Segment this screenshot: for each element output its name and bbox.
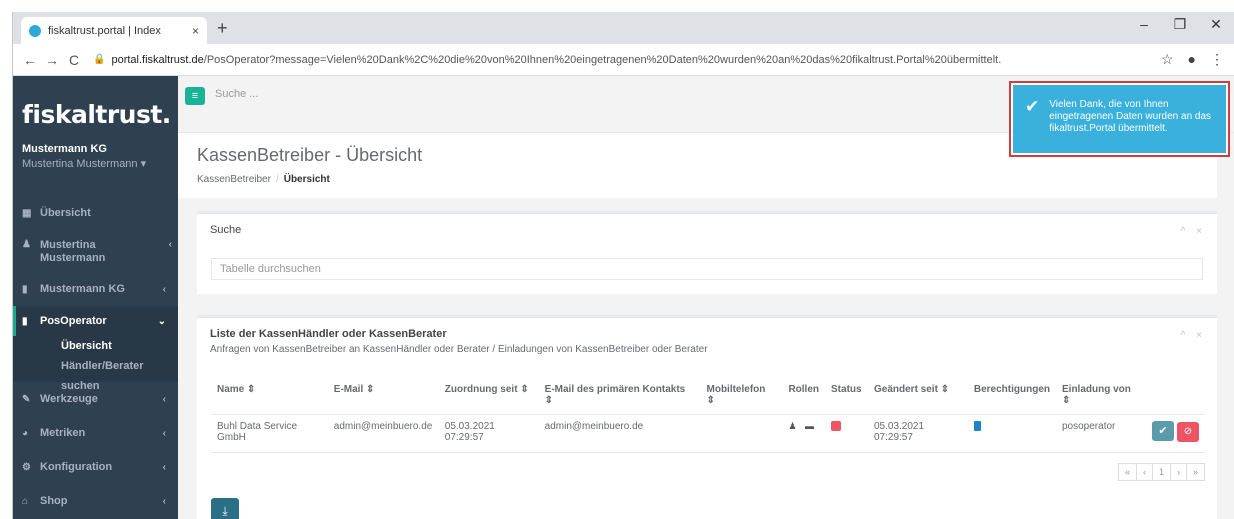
col-name[interactable]: Name ⇕: [211, 376, 328, 415]
panel-tools-icon[interactable]: ^ ×: [1181, 226, 1206, 237]
favicon-icon: [29, 24, 41, 37]
reject-button[interactable]: ⊘: [1177, 422, 1199, 442]
sidebar-item-shop[interactable]: ⌂ Shop ‹: [13, 484, 178, 518]
wrench-icon: ✎: [22, 393, 31, 405]
chevron-left-icon: ‹: [162, 495, 166, 507]
sidebar-item-posoperator[interactable]: ▮ PosOperator ⌄: [13, 306, 178, 336]
col-changed[interactable]: Geändert seit ⇕: [868, 376, 968, 415]
profile-icon[interactable]: ●: [1188, 51, 1196, 68]
sidebar-item-uebersicht[interactable]: ▦ Übersicht: [13, 196, 178, 230]
col-mobile[interactable]: Mobiltelefon ⇕: [700, 376, 783, 415]
bookmark-star-icon[interactable]: ☆: [1161, 51, 1174, 68]
back-icon[interactable]: ←: [19, 52, 41, 68]
sidebar-item-user[interactable]: ♟ Mustertina Mustermann ‹: [13, 230, 178, 272]
pager-last[interactable]: »: [1187, 464, 1204, 480]
cell-changed: 05.03.2021 07:29:57: [868, 414, 968, 453]
chevron-left-icon: ‹: [168, 239, 172, 250]
building-icon: ▮: [22, 283, 28, 295]
minimize-button[interactable]: –: [1126, 16, 1162, 33]
roles-icon: ♟ ▬: [788, 421, 818, 431]
sidebar-item-konfiguration[interactable]: ⚙ Konfiguration ‹: [13, 450, 178, 484]
table-header-row: Name ⇕ E-Mail ⇕ Zuordnung seit ⇕ E-Mail …: [211, 376, 1205, 415]
sidebar-subitem-search[interactable]: Händler/Berater suchen: [13, 356, 178, 392]
cell-invited-by: posoperator: [1056, 414, 1146, 453]
new-tab-button[interactable]: +: [217, 18, 228, 38]
table-row: Buhl Data Service GmbH admin@meinbuero.d…: [211, 414, 1205, 453]
browser-menu-icon[interactable]: ⋮: [1210, 51, 1224, 68]
search-panel: Suche ^ × Tabelle durchsuchen: [197, 211, 1217, 294]
accept-button[interactable]: ✔: [1152, 421, 1174, 441]
col-status: Status: [825, 376, 868, 415]
table-search-input[interactable]: Tabelle durchsuchen: [211, 258, 1203, 280]
shop-icon: ⌂: [22, 495, 29, 507]
pager-first[interactable]: «: [1119, 464, 1137, 480]
col-contact-email[interactable]: E-Mail des primären Kontakts ⇕: [538, 376, 701, 415]
address-bar: ← → C 🔒 portal.fiskaltrust.de/PosOperato…: [13, 44, 1234, 76]
permissions-icon[interactable]: [973, 421, 981, 431]
search-panel-title: Suche: [210, 224, 242, 236]
lock-icon: 🔒: [93, 54, 106, 65]
cell-since: 05.03.2021 07:29:57: [438, 414, 539, 453]
close-window-button[interactable]: ✕: [1198, 16, 1234, 33]
menu-toggle-button[interactable]: ≡: [185, 87, 205, 105]
grid-icon: ▦: [22, 207, 32, 219]
cell-name: Buhl Data Service GmbH: [211, 414, 328, 453]
cell-mobile: [700, 414, 783, 453]
logo: fiskaltrust.: [22, 100, 171, 129]
sidebar-subitem-uebersicht[interactable]: Übersicht: [13, 336, 178, 356]
pagination: « ‹ 1 › »: [1117, 463, 1205, 481]
sidebar-item-org[interactable]: ▮ Mustermann KG ‹: [13, 272, 178, 306]
toast-message: Vielen Dank, die von Ihnen eingetragenen…: [1049, 99, 1212, 134]
restore-button[interactable]: ❐: [1162, 16, 1198, 33]
list-panel-subtitle: Anfragen von KassenBetreiber an KassenHä…: [210, 344, 708, 355]
org-name: Mustermann KG: [22, 143, 107, 155]
gear-icon: ⚙: [22, 461, 31, 473]
col-permissions: Berechtigungen: [967, 376, 1056, 415]
dealer-table: Name ⇕ E-Mail ⇕ Zuordnung seit ⇕ E-Mail …: [211, 376, 1205, 453]
chevron-left-icon: ‹: [162, 283, 166, 295]
chevron-left-icon: ‹: [162, 427, 166, 439]
col-actions: [1146, 376, 1205, 415]
pager-prev[interactable]: ‹: [1137, 464, 1153, 480]
sidebar: fiskaltrust. Mustermann KG Mustertina Mu…: [13, 76, 178, 519]
tab-close-icon[interactable]: ×: [192, 24, 199, 38]
pager-page-1[interactable]: 1: [1153, 464, 1171, 480]
breadcrumb-link[interactable]: KassenBetreiber: [197, 174, 271, 185]
chevron-left-icon: ‹: [162, 393, 166, 405]
list-panel-title: Liste der KassenHändler oder KassenBerat…: [210, 328, 447, 340]
cell-contact-email: admin@meinbuero.de: [538, 414, 701, 453]
status-badge: [831, 421, 842, 431]
success-toast[interactable]: ✔ Vielen Dank, die von Ihnen eingetragen…: [1009, 81, 1230, 157]
chevron-left-icon: ‹: [162, 461, 166, 473]
user-icon: ♟: [22, 239, 31, 250]
cell-email: admin@meinbuero.de: [327, 414, 439, 453]
browser-tab[interactable]: fiskaltrust.portal | Index ×: [21, 17, 207, 44]
col-invited-by[interactable]: Einladung von ⇕: [1056, 376, 1146, 415]
panel-tools-icon[interactable]: ^ ×: [1181, 330, 1206, 341]
chevron-down-icon: ⌄: [157, 315, 166, 327]
breadcrumb-current: Übersicht: [283, 174, 330, 185]
browser-window: fiskaltrust.portal | Index × + – ❐ ✕ ← →…: [12, 12, 1234, 519]
url-field[interactable]: portal.fiskaltrust.de/PosOperator?messag…: [111, 54, 1161, 66]
pie-chart-icon: ◕: [22, 427, 29, 439]
building-icon: ▮: [22, 315, 28, 327]
sidebar-item-metriken[interactable]: ◕ Metriken ‹: [13, 416, 178, 450]
col-since[interactable]: Zuordnung seit ⇕: [438, 376, 539, 415]
reload-icon[interactable]: C: [63, 52, 85, 68]
tab-title: fiskaltrust.portal | Index: [48, 24, 161, 37]
forward-icon[interactable]: →: [41, 52, 63, 68]
top-search-input[interactable]: Suche ...: [215, 88, 258, 100]
list-panel: Liste der KassenHändler oder KassenBerat…: [197, 315, 1217, 519]
window-controls: – ❐ ✕: [1126, 16, 1234, 33]
sidebar-brand: fiskaltrust. Mustermann KG Mustertina Mu…: [13, 76, 178, 196]
checkmark-icon: ✔: [1025, 97, 1040, 116]
col-roles: Rollen: [782, 376, 826, 415]
tab-bar: fiskaltrust.portal | Index × + – ❐ ✕: [13, 12, 1234, 44]
sidebar-item-werkzeuge[interactable]: ✎ Werkzeuge ‹: [13, 382, 178, 416]
download-button[interactable]: ⤓: [211, 498, 239, 519]
pager-next[interactable]: ›: [1171, 464, 1187, 480]
breadcrumb: KassenBetreiber / Übersicht: [197, 174, 330, 185]
col-email[interactable]: E-Mail ⇕: [327, 376, 439, 415]
user-dropdown[interactable]: Mustertina Mustermann ▾: [22, 157, 178, 170]
